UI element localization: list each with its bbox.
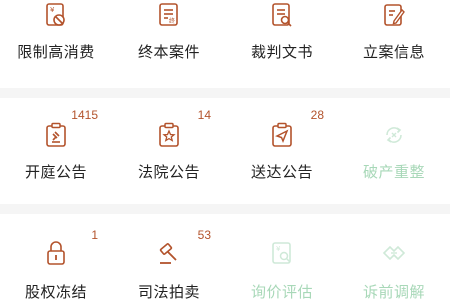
grid-item-label: 裁判文书 — [250, 43, 313, 61]
grid-item-equity-freeze[interactable]: 1 股权冻结 — [0, 214, 112, 300]
grid-item-label: 诉前调解 — [362, 283, 425, 300]
price-inquiry-icon: ¥ — [272, 242, 291, 264]
grid-item-label: 司法拍卖 — [137, 283, 200, 300]
grid-item-service-notice[interactable]: 28 送达公告 — [226, 98, 338, 181]
grid-item-restricted-spending[interactable]: ¥ 限制高消费 — [0, 0, 112, 70]
grid-item-label: 股权冻结 — [24, 283, 87, 300]
closed-case-icon: 终 — [159, 3, 178, 26]
filing-info-icon — [384, 4, 405, 26]
grid-item-label: 破产重整 — [362, 163, 425, 181]
restricted-spending-icon: ¥ — [46, 3, 65, 26]
grid-item-price-inquiry[interactable]: ¥ 询价评估 — [226, 214, 338, 300]
bankruptcy-reorganization-icon — [386, 127, 402, 143]
item-count: 1415 — [71, 108, 98, 122]
court-notice-icon — [159, 122, 179, 147]
grid-item-label: 限制高消费 — [17, 43, 95, 61]
judgment-document-icon — [272, 3, 292, 27]
item-count: 28 — [310, 108, 324, 122]
grid-item-label: 法院公告 — [137, 163, 200, 181]
mediation-icon — [382, 245, 406, 261]
grid-item-label: 开庭公告 — [24, 163, 87, 181]
svg-text:¥: ¥ — [50, 6, 55, 14]
grid-item-label: 询价评估 — [250, 283, 313, 300]
grid-item-closed-case[interactable]: 终 终本案件 — [113, 0, 225, 70]
grid-item-court-notice[interactable]: 14 法院公告 — [113, 98, 225, 181]
grid-item-pre-litigation-mediation[interactable]: 诉前调解 — [338, 214, 450, 300]
grid-item-label: 立案信息 — [362, 43, 425, 61]
grid-item-bankruptcy-reorganization[interactable]: 破产重整 — [338, 98, 450, 181]
grid-item-court-hearing[interactable]: 1415 开庭公告 — [0, 98, 112, 181]
legal-risk-grid-row-3: 1 股权冻结 53 司法拍卖 ¥ 询价评估 诉前调解 — [0, 214, 450, 300]
gavel-icon — [159, 243, 177, 264]
grid-item-label: 送达公告 — [250, 163, 313, 181]
grid-item-judicial-auction[interactable]: 53 司法拍卖 — [113, 214, 225, 300]
item-count: 14 — [197, 108, 211, 122]
section-divider — [0, 88, 450, 98]
svg-text:终: 终 — [169, 17, 175, 25]
legal-risk-grid-row-1: ¥ 限制高消费 终 终本案件 裁判文书 立案信息 — [0, 0, 450, 88]
grid-item-judgment-document[interactable]: 裁判文书 — [226, 0, 338, 70]
grid-item-label: 终本案件 — [137, 43, 200, 61]
service-notice-icon — [272, 122, 292, 147]
item-count: 1 — [91, 228, 98, 242]
lock-icon — [47, 241, 65, 265]
section-divider — [0, 204, 450, 214]
court-hearing-icon — [46, 122, 66, 147]
svg-text:¥: ¥ — [276, 245, 281, 253]
grid-item-filing-info[interactable]: 立案信息 — [338, 0, 450, 70]
item-count: 53 — [197, 228, 211, 242]
legal-risk-grid-row-2: 1415 开庭公告 14 法院公告 28 送达公告 破产重整 — [0, 98, 450, 204]
